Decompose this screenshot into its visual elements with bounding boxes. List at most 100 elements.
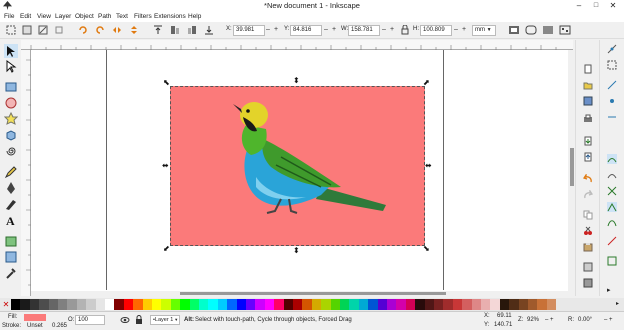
scale-handle-left[interactable]: ⬌ — [162, 162, 169, 170]
scale-handle-bottom-left[interactable]: ⬋ — [163, 245, 170, 253]
palette-swatch[interactable] — [509, 299, 519, 310]
palette-swatch[interactable] — [387, 299, 397, 310]
no-paint-swatch[interactable]: ✕ — [2, 299, 10, 310]
flip-vertical-icon[interactable] — [129, 25, 139, 35]
new-document-icon[interactable] — [583, 64, 593, 74]
palette-swatch[interactable] — [48, 299, 58, 310]
ellipse-tool-icon[interactable] — [4, 96, 18, 110]
palette-menu-icon[interactable]: ▸ — [616, 299, 624, 310]
snap-cusp-icon[interactable] — [607, 202, 617, 212]
star-tool-icon[interactable] — [3, 111, 19, 126]
zoom-value[interactable]: 92% — [527, 317, 539, 323]
menu-path[interactable]: Path — [98, 13, 111, 20]
h-plus-button[interactable]: + — [462, 26, 466, 33]
palette-swatch[interactable] — [39, 299, 49, 310]
palette-swatch[interactable] — [302, 299, 312, 310]
palette-swatch[interactable] — [208, 299, 218, 310]
spray-tool-icon[interactable] — [4, 234, 18, 248]
snap-midpoint-icon[interactable] — [607, 236, 617, 246]
palette-swatch[interactable] — [95, 299, 105, 310]
y-input[interactable]: 84.816 — [290, 25, 322, 36]
palette-swatch[interactable] — [152, 299, 162, 310]
palette-swatch[interactable] — [264, 299, 275, 310]
snap-toggle-icon[interactable] — [607, 44, 617, 54]
palette-swatch[interactable] — [255, 299, 265, 310]
palette-swatch[interactable] — [518, 299, 528, 310]
palette-swatch[interactable] — [462, 299, 472, 310]
menu-extensions[interactable]: Extensions — [154, 13, 186, 20]
palette-swatch[interactable] — [424, 299, 434, 310]
palette-swatch[interactable] — [274, 299, 284, 310]
stroke-value[interactable]: Unset — [27, 323, 43, 329]
y-minus-button[interactable]: – — [324, 26, 328, 33]
rotation-stepper[interactable]: – + — [604, 317, 613, 323]
export-icon[interactable] — [583, 152, 593, 162]
fill-swatch[interactable] — [24, 314, 46, 321]
text-tool-icon[interactable]: A — [4, 213, 18, 228]
palette-swatch[interactable] — [293, 299, 303, 310]
pen-tool-icon[interactable] — [4, 181, 18, 195]
snap-bbox-icon[interactable] — [607, 60, 617, 70]
palette-swatch[interactable] — [396, 299, 406, 310]
menu-filters[interactable]: Filters — [134, 13, 152, 20]
rotation-value[interactable]: 0.00° — [578, 317, 592, 323]
palette-swatch[interactable] — [11, 299, 21, 310]
palette-swatch[interactable] — [471, 299, 481, 310]
snap-nodes-icon[interactable] — [607, 154, 617, 164]
menu-view[interactable]: View — [37, 13, 51, 20]
palette-swatch[interactable] — [340, 299, 350, 310]
scale-handle-top[interactable]: ⬍ — [293, 77, 300, 85]
paste-icon[interactable] — [583, 242, 593, 252]
move-patterns-icon[interactable] — [559, 25, 571, 35]
rotate-cw-icon[interactable] — [95, 25, 105, 35]
lower-to-bottom-icon[interactable] — [204, 25, 214, 35]
move-gradients-icon[interactable] — [542, 25, 554, 35]
zoom-stepper[interactable]: – + — [545, 317, 554, 323]
selector-tool-icon[interactable] — [4, 44, 18, 58]
node-tool-icon[interactable] — [4, 59, 18, 73]
spiral-tool-icon[interactable] — [4, 144, 18, 158]
overflow-chevron-icon[interactable]: ▸ — [607, 286, 617, 296]
x-plus-button[interactable]: + — [274, 26, 278, 33]
zoom-drawing-icon[interactable] — [583, 278, 593, 288]
layer-select[interactable]: •Layer 1▼ — [150, 315, 180, 325]
open-icon[interactable] — [583, 80, 593, 90]
palette-swatch[interactable] — [405, 299, 416, 310]
copy-icon[interactable] — [583, 210, 593, 220]
scale-stroke-icon[interactable] — [508, 25, 520, 35]
palette-swatch[interactable] — [20, 299, 30, 310]
palette-swatch[interactable] — [123, 299, 134, 310]
palette-swatch[interactable] — [86, 299, 96, 310]
snap-bbox-corner-icon[interactable] — [607, 96, 617, 106]
redo-icon[interactable] — [583, 188, 594, 200]
snap-path-icon[interactable] — [607, 170, 617, 180]
units-select[interactable]: mm ▼ — [472, 25, 496, 36]
palette-swatch[interactable] — [105, 299, 115, 310]
palette-swatch[interactable] — [133, 299, 143, 310]
rotate-ccw-icon[interactable] — [78, 25, 88, 35]
palette-swatch[interactable] — [58, 299, 68, 310]
palette-swatch[interactable] — [330, 299, 340, 310]
palette-swatch[interactable] — [368, 299, 378, 310]
palette-swatch[interactable] — [537, 299, 547, 310]
palette-swatch[interactable] — [349, 299, 359, 310]
menu-text[interactable]: Text — [116, 13, 128, 20]
palette-swatch[interactable] — [170, 299, 181, 310]
cut-icon[interactable] — [583, 226, 593, 236]
scale-handle-bottom[interactable]: ⬍ — [293, 247, 300, 255]
scale-corners-icon[interactable] — [525, 25, 537, 35]
menu-file[interactable]: File — [4, 13, 14, 20]
import-icon[interactable] — [583, 136, 593, 146]
deselect-icon[interactable] — [54, 25, 64, 35]
palette-swatch[interactable] — [29, 299, 40, 310]
h-input[interactable]: 100.809 — [420, 25, 452, 36]
palette-swatch[interactable] — [67, 299, 77, 310]
palette-swatch[interactable] — [142, 299, 152, 310]
palette-swatch[interactable] — [481, 299, 491, 310]
pencil-tool-icon[interactable] — [4, 165, 18, 179]
scale-handle-bottom-right[interactable]: ⬊ — [423, 245, 430, 253]
palette-swatch[interactable] — [227, 299, 237, 310]
scale-handle-top-left[interactable]: ⬉ — [163, 79, 170, 87]
palette-swatch[interactable] — [283, 299, 293, 310]
save-icon[interactable] — [583, 96, 593, 106]
